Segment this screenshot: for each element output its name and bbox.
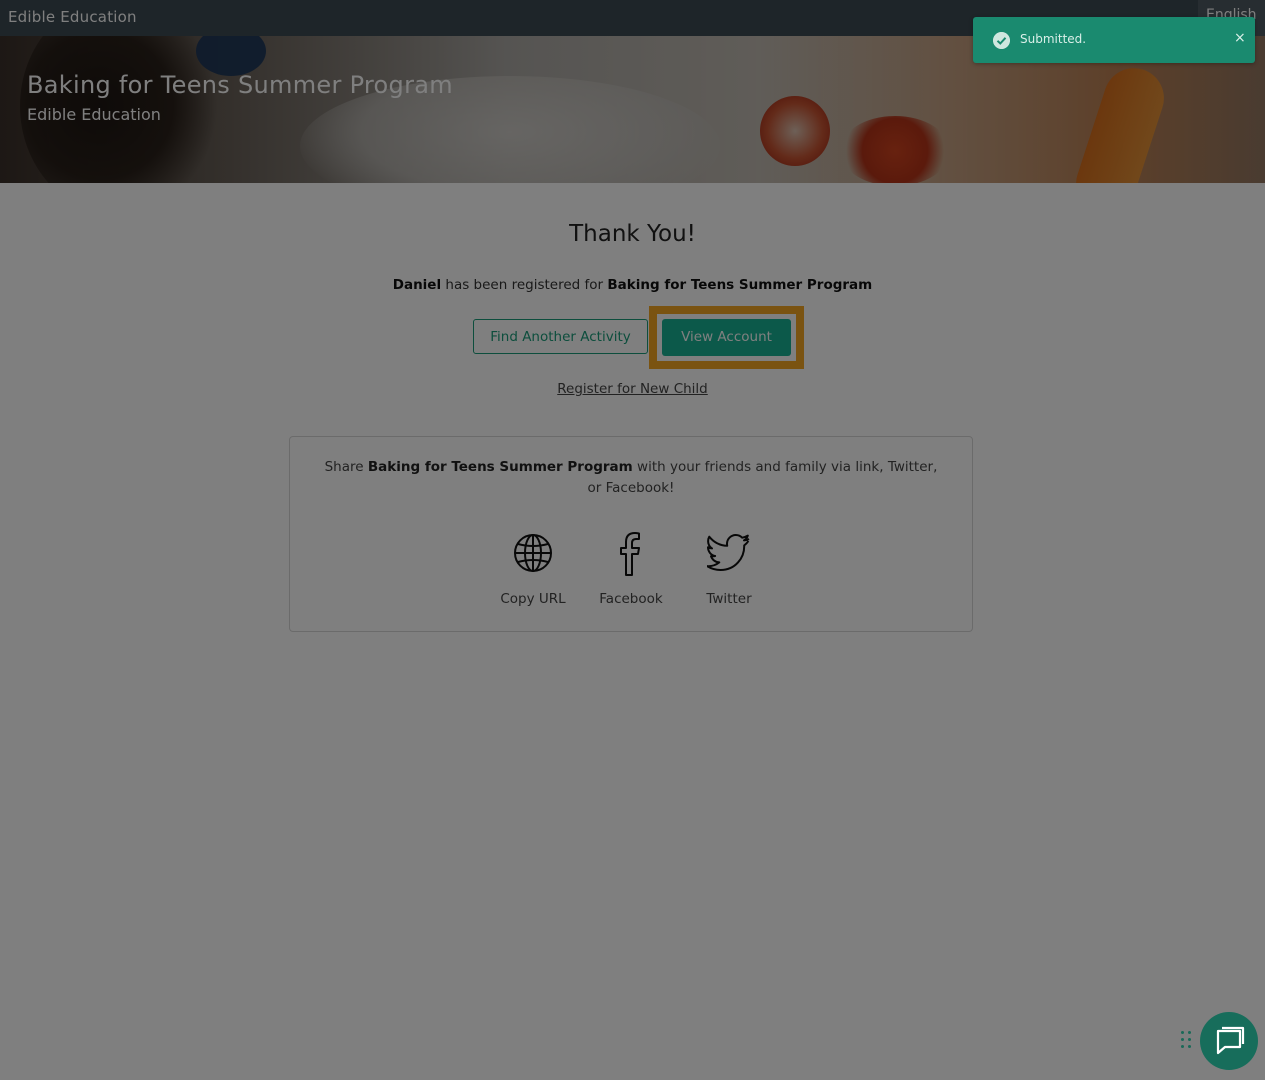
highlight-frame: View Account xyxy=(649,306,804,369)
facebook-share-button[interactable]: Facebook xyxy=(586,532,676,613)
registration-message: Daniel has been registered for Baking fo… xyxy=(0,277,1265,293)
program-org: Edible Education xyxy=(27,105,161,124)
share-prefix: Share xyxy=(324,459,368,475)
org-name: Edible Education xyxy=(8,8,137,26)
chat-button[interactable] xyxy=(1200,1012,1258,1070)
facebook-icon xyxy=(620,532,640,576)
share-message: Share Baking for Teens Summer Program wi… xyxy=(324,457,938,499)
find-another-activity-button[interactable]: Find Another Activity xyxy=(473,319,648,354)
copy-url-label: Copy URL xyxy=(500,591,566,607)
share-program-name: Baking for Teens Summer Program xyxy=(367,459,633,475)
registered-text: has been registered for xyxy=(441,277,608,293)
twitter-label: Twitter xyxy=(706,591,752,607)
toast-close-icon[interactable]: × xyxy=(1234,30,1246,46)
check-circle-icon xyxy=(993,32,1010,49)
globe-icon xyxy=(514,534,552,572)
share-card: Share Baking for Teens Summer Program wi… xyxy=(289,436,973,632)
success-toast: Submitted. × xyxy=(973,17,1255,63)
highlight-inner: View Account xyxy=(657,314,796,361)
copy-url-button[interactable]: Copy URL xyxy=(488,533,578,613)
register-new-child-link[interactable]: Register for New Child xyxy=(0,381,1265,397)
chat-icon xyxy=(1216,1026,1245,1055)
program-title: Baking for Teens Summer Program xyxy=(27,71,453,99)
toast-message: Submitted. xyxy=(1020,32,1087,46)
registered-program-name: Baking for Teens Summer Program xyxy=(607,277,873,293)
facebook-label: Facebook xyxy=(599,591,663,607)
twitter-share-button[interactable]: Twitter xyxy=(684,533,774,613)
view-account-button[interactable]: View Account xyxy=(662,319,791,356)
drag-handle-icon[interactable] xyxy=(1181,1031,1195,1051)
confirmation-page: Thank You! Daniel has been registered fo… xyxy=(0,183,1265,1080)
child-name: Daniel xyxy=(392,277,442,293)
thank-you-heading: Thank You! xyxy=(569,221,696,247)
share-suffix: with your friends and family via link, T… xyxy=(587,459,938,496)
twitter-icon xyxy=(707,534,750,571)
